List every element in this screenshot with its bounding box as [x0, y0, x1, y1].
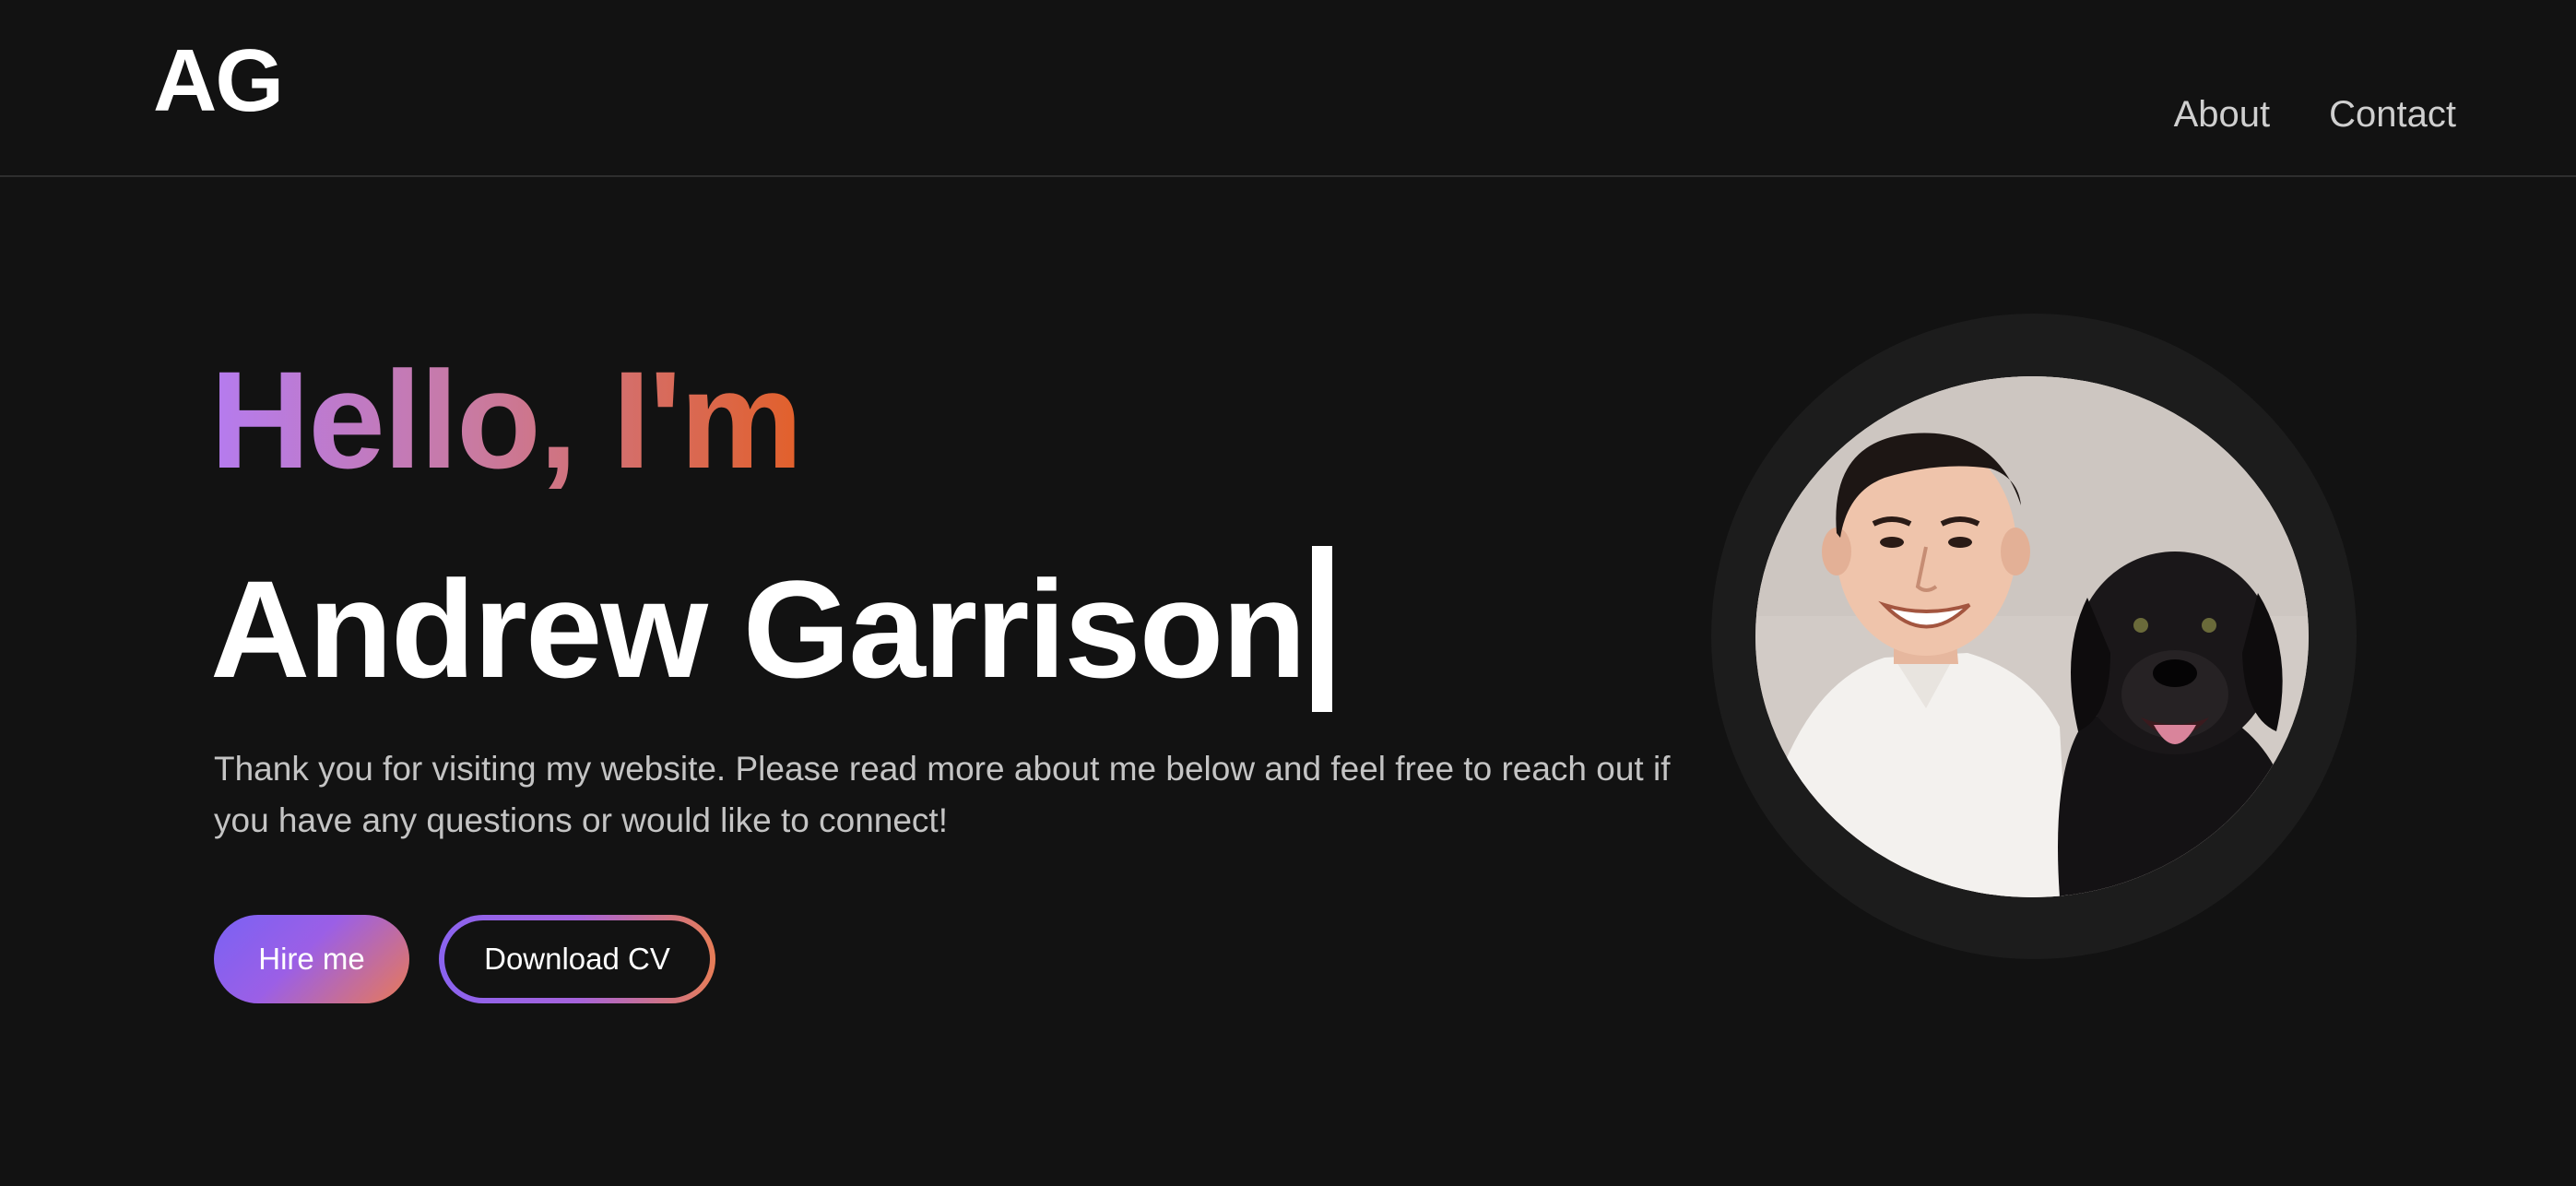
nav-link-contact[interactable]: Contact — [2329, 96, 2456, 133]
site-header: AG About Contact — [0, 0, 2576, 177]
logo[interactable]: AG — [153, 37, 284, 125]
profile-photo — [1755, 376, 2309, 897]
download-cv-label: Download CV — [444, 920, 710, 998]
main-nav: About Contact — [2174, 96, 2456, 133]
page: AG About Contact Hello, I'm Andrew Garri… — [0, 0, 2576, 1186]
nav-link-about[interactable]: About — [2174, 96, 2271, 133]
download-cv-button[interactable]: Download CV — [439, 915, 715, 1003]
profile-photo-illustration — [1755, 376, 2309, 897]
typing-cursor — [1311, 546, 1332, 712]
name-heading: Andrew Garrison — [210, 546, 1332, 712]
intro-paragraph: Thank you for visiting my website. Pleas… — [214, 750, 1671, 839]
hire-me-button[interactable]: Hire me — [214, 915, 409, 1003]
greeting-heading: Hello, I'm — [210, 342, 803, 497]
name-text: Andrew Garrison — [210, 551, 1306, 706]
